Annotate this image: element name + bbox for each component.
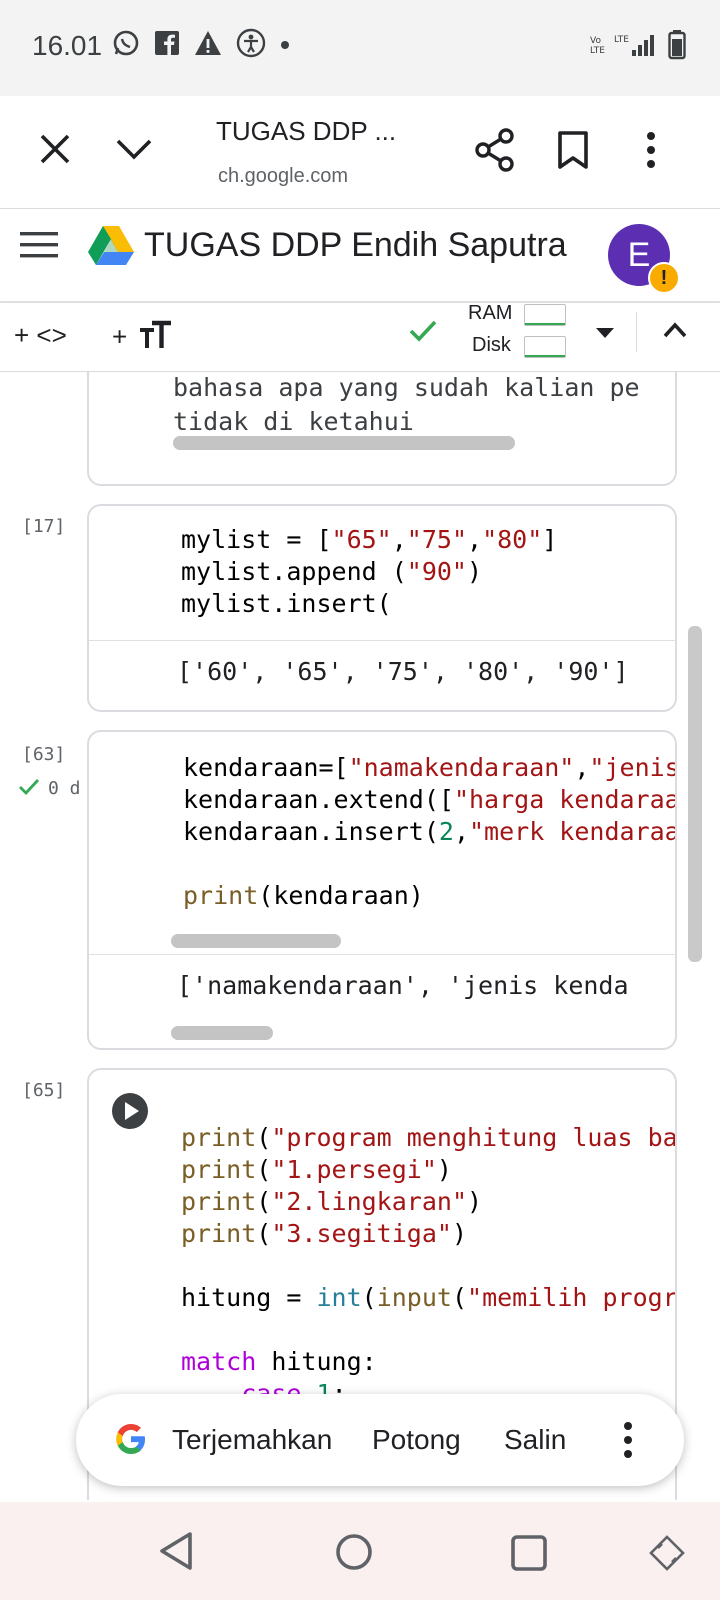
horizontal-scrollbar[interactable] (173, 436, 515, 450)
exec-count: [65] (22, 1080, 66, 1101)
cut-button[interactable]: Potong (372, 1424, 461, 1456)
recents-icon[interactable] (510, 1534, 548, 1577)
connected-check-icon[interactable] (408, 318, 438, 349)
warning-icon (194, 30, 222, 61)
cell-output: ['60', '65', '75', '80', '90'] (177, 657, 629, 686)
google-g-icon (114, 1422, 148, 1461)
battery-icon (668, 30, 686, 65)
code-line: match hitung: (181, 1347, 377, 1376)
output-divider (89, 954, 675, 955)
tab-title: TUGAS DDP ... (216, 116, 397, 146)
rotate-icon[interactable] (648, 1534, 686, 1577)
code-line: print("program menghitung luas bangun da… (181, 1123, 677, 1152)
svg-text:Vo: Vo (590, 36, 601, 46)
text-cell-line: tidak di ketahui (173, 407, 414, 436)
translate-button[interactable]: Terjemahkan (172, 1424, 332, 1456)
code-cell[interactable]: mylist = ["65","75","80"] mylist.append … (87, 504, 677, 712)
code-line: hitung = int(input("memilih program")) (181, 1283, 677, 1312)
facebook-icon (154, 30, 180, 61)
toolbar-divider (636, 312, 637, 352)
code-cell[interactable]: kendaraan=["namakendaraan","jenis kendar… (87, 730, 677, 1050)
more-options-icon[interactable] (622, 1420, 634, 1465)
exec-count: [63] (22, 744, 66, 765)
drive-logo-icon (88, 224, 134, 271)
output-divider (89, 640, 675, 641)
status-time: 16.01 (32, 30, 103, 61)
text-cell[interactable]: bahasa apa yang sudah kalian pe tidak di… (87, 372, 677, 486)
code-line: mylist = ["65","75","80"] (181, 525, 558, 554)
disk-meter (524, 336, 566, 358)
system-status-icons: Vo LTE LTE (590, 30, 686, 65)
text-selection-menu: Terjemahkan Potong Salin (76, 1394, 684, 1486)
home-icon[interactable] (334, 1532, 374, 1577)
chevron-down-icon[interactable] (114, 132, 154, 171)
signal-icon: LTE (614, 32, 660, 63)
success-check-icon (18, 778, 40, 801)
add-text-button[interactable]: + (112, 320, 172, 357)
dot-icon (280, 37, 290, 55)
cell-output: ['namakendaraan', 'jenis kenda (177, 971, 629, 1000)
whatsapp-icon (112, 29, 140, 62)
copy-button[interactable]: Salin (504, 1424, 566, 1456)
horizontal-scrollbar[interactable] (171, 934, 341, 948)
disk-label: Disk (472, 334, 511, 356)
resources-dropdown-icon[interactable] (594, 326, 616, 345)
svg-text:LTE: LTE (590, 46, 605, 56)
close-icon[interactable] (36, 130, 74, 173)
code-line: print("2.lingkaran") (181, 1187, 483, 1216)
ram-label: RAM (468, 302, 513, 324)
code-line: kendaraan.extend(["harga kendaraan"]) (183, 785, 675, 814)
text-cell-line: bahasa apa yang sudah kalian pe (173, 373, 640, 402)
code-line: print("1.persegi") (181, 1155, 452, 1184)
custom-tab-bar (0, 96, 720, 209)
code-line: print("3.segitiga") (181, 1219, 468, 1248)
vertical-scrollbar[interactable] (688, 626, 702, 962)
code-line: print(kendaraan) (183, 881, 424, 910)
add-text-plus: + (112, 321, 128, 352)
notebook-title[interactable]: TUGAS DDP Endih Saputra (144, 226, 567, 265)
exec-count: [17] (22, 516, 66, 537)
collapse-toolbar-icon[interactable] (662, 320, 688, 345)
exec-time: 0 d (48, 778, 81, 799)
code-line: kendaraan.insert(2,"merk kendaraan") (183, 817, 675, 846)
run-cell-button[interactable] (111, 1092, 149, 1135)
menu-icon[interactable] (20, 230, 58, 265)
avatar-warning-badge: ! (648, 262, 680, 294)
code-line: mylist.append ("90") (181, 557, 483, 586)
svg-text:LTE: LTE (614, 35, 629, 45)
volte-icon: Vo LTE (590, 34, 606, 61)
ram-meter (524, 304, 566, 326)
text-format-icon (138, 320, 172, 357)
notebook-area: bahasa apa yang sudah kalian pe tidak di… (0, 372, 720, 1500)
add-code-button[interactable]: + <> (14, 320, 67, 351)
code-line: mylist.insert( (181, 589, 392, 618)
back-icon[interactable] (156, 1530, 196, 1577)
horizontal-scrollbar[interactable] (171, 1026, 273, 1040)
notification-icons (112, 28, 290, 63)
more-vert-icon[interactable] (644, 130, 658, 175)
accessibility-icon (236, 28, 266, 63)
tab-url: ch.google.com (218, 165, 349, 187)
share-icon[interactable] (474, 128, 516, 177)
bookmark-icon[interactable] (556, 130, 590, 175)
code-line: kendaraan=["namakendaraan","jenis kendar… (183, 753, 677, 782)
